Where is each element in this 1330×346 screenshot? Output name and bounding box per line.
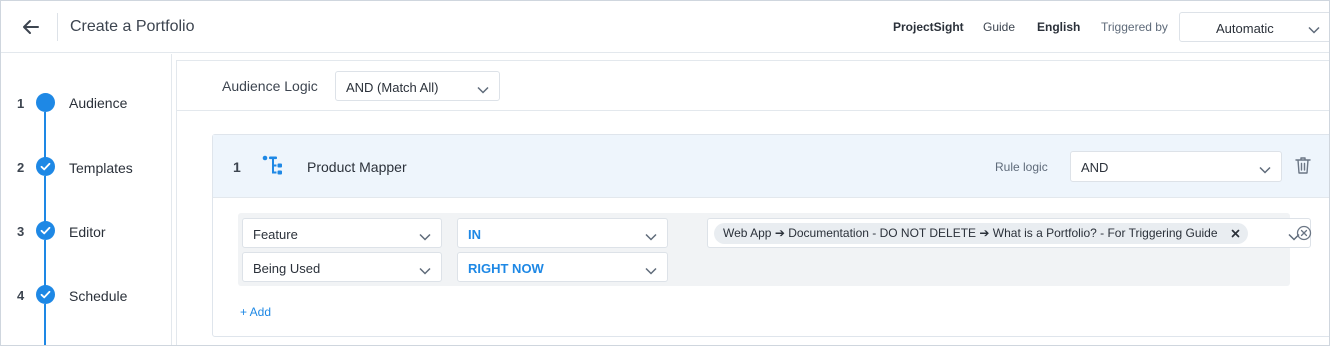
check-icon: [36, 285, 55, 304]
step-number: 3: [17, 224, 25, 239]
chevron-down-icon: [477, 82, 489, 97]
field-select[interactable]: Feature: [242, 218, 442, 248]
operator-select[interactable]: RIGHT NOW: [457, 252, 668, 282]
step-number: 2: [17, 160, 25, 175]
operator-value: IN: [468, 227, 481, 242]
audience-logic-row: Audience Logic AND (Match All): [177, 61, 1329, 111]
chevron-down-icon: [419, 229, 431, 244]
value-token-input[interactable]: Web App ➔ Documentation - DO NOT DELETE …: [707, 218, 1311, 248]
check-icon: [36, 157, 55, 176]
wizard-steps: 1 Audience 2 Templates 3 Editor 4 Schedu…: [1, 54, 172, 345]
step-connector: [44, 304, 46, 345]
step-label: Editor: [69, 224, 106, 240]
add-condition-link[interactable]: + Add: [240, 305, 271, 319]
guide-link[interactable]: Guide: [983, 20, 1015, 34]
close-icon[interactable]: [1231, 227, 1240, 241]
trash-icon[interactable]: [1295, 156, 1311, 177]
back-arrow-icon[interactable]: [19, 15, 43, 39]
operator-select[interactable]: IN: [457, 218, 668, 248]
step-audience[interactable]: 1 Audience: [1, 91, 172, 115]
token-text: Web App ➔ Documentation - DO NOT DELETE …: [723, 226, 1218, 240]
app-window: Create a Portfolio ProjectSight Guide En…: [0, 0, 1330, 346]
remove-condition-icon[interactable]: [1296, 225, 1312, 244]
header-divider: [57, 13, 58, 41]
audience-panel: Audience Logic AND (Match All) 1 Product…: [176, 60, 1329, 345]
page-title: Create a Portfolio: [70, 18, 195, 35]
rule-card: 1 Product Mapper Rule logic AND Feature …: [212, 134, 1329, 337]
audience-logic-label: Audience Logic: [222, 78, 318, 94]
hierarchy-icon: [262, 155, 288, 180]
condition-group: Feature IN Web App ➔ Documentation - DO …: [238, 213, 1311, 286]
chevron-down-icon: [645, 263, 657, 278]
chevron-down-icon: [1308, 22, 1320, 37]
triggered-by-select[interactable]: Automatic: [1179, 12, 1329, 42]
rule-logic-value: AND: [1081, 160, 1109, 175]
language-selector[interactable]: English: [1037, 20, 1080, 34]
rule-logic-select[interactable]: AND: [1070, 151, 1282, 182]
step-number: 4: [17, 288, 25, 303]
step-label: Audience: [69, 95, 128, 111]
field-value: Feature: [253, 227, 298, 242]
rule-logic-label: Rule logic: [995, 160, 1048, 174]
step-number: 1: [17, 96, 25, 111]
audience-logic-value: AND (Match All): [346, 80, 439, 95]
triggered-by-label: Triggered by: [1101, 20, 1168, 34]
step-templates[interactable]: 2 Templates: [1, 155, 172, 179]
rule-number: 1: [233, 159, 241, 175]
top-bar: Create a Portfolio ProjectSight Guide En…: [1, 1, 1329, 53]
step-schedule[interactable]: 4 Schedule: [1, 283, 172, 307]
operator-value: RIGHT NOW: [468, 261, 544, 276]
chevron-down-icon: [1259, 162, 1271, 177]
chevron-down-icon: [645, 229, 657, 244]
step-label: Templates: [69, 160, 133, 176]
step-editor[interactable]: 3 Editor: [1, 219, 172, 243]
current-step-dot-icon: [36, 93, 55, 112]
triggered-by-value: Automatic: [1216, 21, 1274, 36]
field-select[interactable]: Being Used: [242, 252, 442, 282]
field-value: Being Used: [253, 261, 321, 276]
audience-logic-select[interactable]: AND (Match All): [335, 71, 500, 101]
token-chip: Web App ➔ Documentation - DO NOT DELETE …: [714, 223, 1248, 244]
rule-name: Product Mapper: [307, 159, 407, 175]
rule-header: 1 Product Mapper Rule logic AND: [213, 135, 1329, 198]
check-icon: [36, 221, 55, 240]
step-label: Schedule: [69, 288, 128, 304]
project-link[interactable]: ProjectSight: [893, 20, 964, 34]
chevron-down-icon: [419, 263, 431, 278]
